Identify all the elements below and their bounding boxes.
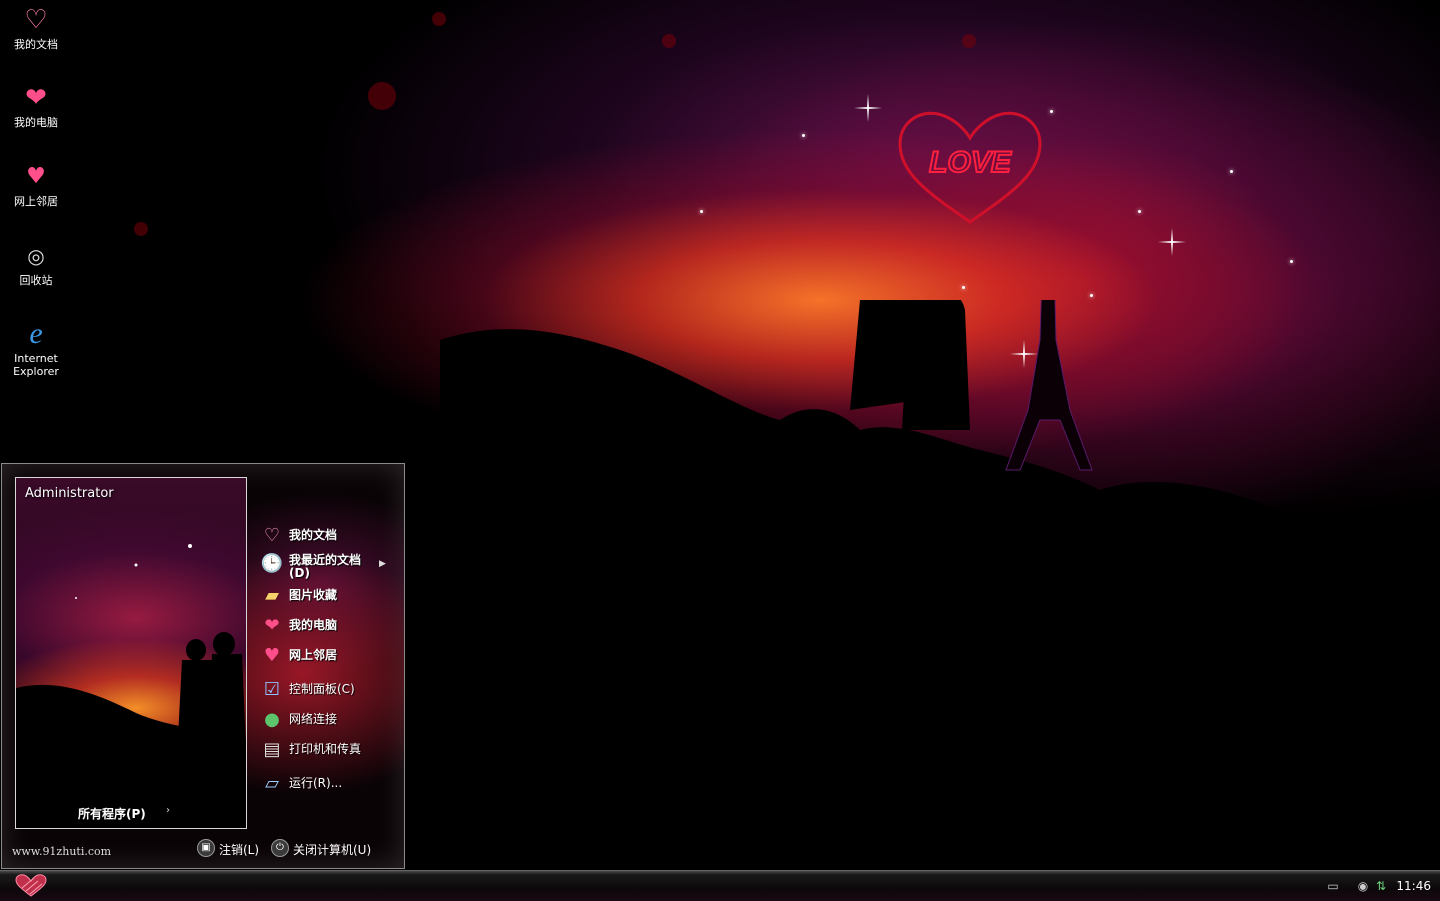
start-item-control-panel[interactable]: ☑ 控制面板(C) — [260, 678, 400, 702]
start-item-label: 网络连接 — [289, 712, 338, 726]
watermark-text: www.91zhuti.com — [12, 845, 112, 858]
printers-faxes-icon: ▤ — [263, 739, 281, 760]
start-item-run[interactable]: ▱ 运行(R)... — [260, 772, 400, 796]
desktop-icon-label: Internet Explorer — [13, 352, 59, 378]
hill-silhouette — [440, 300, 1440, 870]
desktop-icon-my-documents[interactable]: ♡ 我的文档 — [0, 4, 72, 51]
wallpaper-star — [1090, 294, 1093, 297]
start-item-label: 我的电脑 — [289, 618, 338, 632]
desktop-icon-internet-explorer[interactable]: e Internet Explorer — [0, 317, 72, 379]
logoff-label: 注销(L) — [219, 843, 260, 857]
start-item-printers-faxes[interactable]: ▤ 打印机和传真 — [260, 738, 400, 762]
my-pictures-icon: ▰ — [265, 585, 279, 606]
love-text: LOVE — [929, 146, 1012, 179]
start-item-label: 我的文档 — [289, 528, 338, 542]
keyboard-icon[interactable]: ▭ — [1325, 878, 1341, 894]
start-item-network-places[interactable]: ♥ 网上邻居 — [260, 644, 400, 668]
wallpaper-sparkle — [854, 94, 882, 122]
desktop-icon-recycle-bin[interactable]: ◎ 回收站 — [0, 240, 72, 287]
start-item-label: 打印机和传真 — [289, 742, 362, 756]
my-documents-icon: ♡ — [263, 525, 281, 546]
desktop-icon-label: 网上邻居 — [14, 195, 58, 208]
start-item-my-computer[interactable]: ❤ 我的电脑 — [260, 614, 400, 638]
wallpaper-star — [1230, 170, 1233, 173]
heart-computer-icon: ❤ — [25, 83, 47, 113]
recycle-bin-icon: ◎ — [27, 244, 45, 268]
internet-explorer-icon: e — [29, 317, 43, 350]
start-item-label: 网上邻居 — [289, 648, 338, 662]
desktop-icon-label: 回收站 — [19, 274, 53, 287]
wallpaper-star — [1290, 260, 1293, 263]
wallpaper-bokeh — [368, 82, 396, 110]
start-item-label: 我最近的文档(D) — [289, 553, 362, 580]
start-button[interactable] — [14, 874, 48, 898]
start-item-label: 控制面板(C) — [289, 682, 355, 696]
network-icon[interactable]: ⇅ — [1373, 878, 1389, 894]
logoff-button[interactable]: ▣ 注销(L) — [197, 838, 261, 858]
start-item-my-pictures[interactable]: ▰ 图片收藏 — [260, 584, 400, 608]
start-item-label: 图片收藏 — [289, 588, 338, 602]
chevron-right-icon: ▶ — [379, 559, 386, 569]
wallpaper-star — [962, 286, 965, 289]
system-tray: ▭ ◉ ⇅ 11:46 — [1320, 871, 1440, 901]
heart-network-icon: ♥ — [26, 164, 46, 189]
network-connections-icon: ● — [264, 709, 280, 730]
desktop-icon-network-places[interactable]: ♥ 网上邻居 — [0, 161, 72, 208]
wallpaper-bokeh — [662, 34, 676, 48]
start-menu: Administrator 所有程序(P) › ♡ 我的文档 🕒 我最近的文档(… — [1, 463, 405, 869]
user-panel: Administrator 所有程序(P) › — [15, 477, 247, 829]
wallpaper-star — [1050, 110, 1053, 113]
shutdown-button[interactable]: ⏻ 关闭计算机(U) — [271, 838, 375, 858]
start-item-my-documents[interactable]: ♡ 我的文档 — [260, 524, 400, 548]
network-places-icon: ♥ — [263, 645, 281, 666]
start-item-network-connections[interactable]: ● 网络连接 — [260, 708, 400, 732]
user-name: Administrator — [25, 486, 114, 501]
control-panel-icon: ☑ — [263, 679, 281, 700]
desktop-icon-label: 我的文档 — [14, 38, 58, 51]
my-computer-icon: ❤ — [264, 615, 280, 636]
heart-doc-icon: ♡ — [24, 5, 48, 35]
wallpaper-star — [1138, 210, 1141, 213]
desktop-icon-label: 我的电脑 — [14, 116, 58, 129]
wallpaper-bokeh — [962, 34, 976, 48]
recent-documents-icon: 🕒 — [260, 553, 284, 574]
love-heart-graphic: LOVE — [898, 111, 1042, 224]
lock-icon: ▣ — [197, 839, 215, 857]
start-item-label: 运行(R)... — [289, 776, 343, 790]
taskbar: ▭ ◉ ⇅ 11:46 — [0, 870, 1440, 901]
wallpaper-star — [700, 210, 703, 213]
run-icon: ▱ — [265, 773, 279, 794]
all-programs-button[interactable]: 所有程序(P) — [78, 805, 146, 822]
user-panel-picture — [16, 544, 246, 828]
wallpaper-bokeh — [134, 222, 148, 236]
wallpaper-star — [802, 134, 805, 137]
wallpaper-bokeh — [432, 12, 446, 26]
power-icon: ⏻ — [271, 839, 289, 857]
shutdown-label: 关闭计算机(U) — [293, 843, 372, 857]
speaker-icon[interactable]: ◉ — [1355, 878, 1371, 894]
chevron-right-icon: › — [166, 805, 170, 816]
desktop-icon-my-computer[interactable]: ❤ 我的电脑 — [0, 82, 72, 129]
clock[interactable]: 11:46 — [1396, 879, 1431, 893]
wallpaper-sparkle — [1158, 228, 1186, 256]
